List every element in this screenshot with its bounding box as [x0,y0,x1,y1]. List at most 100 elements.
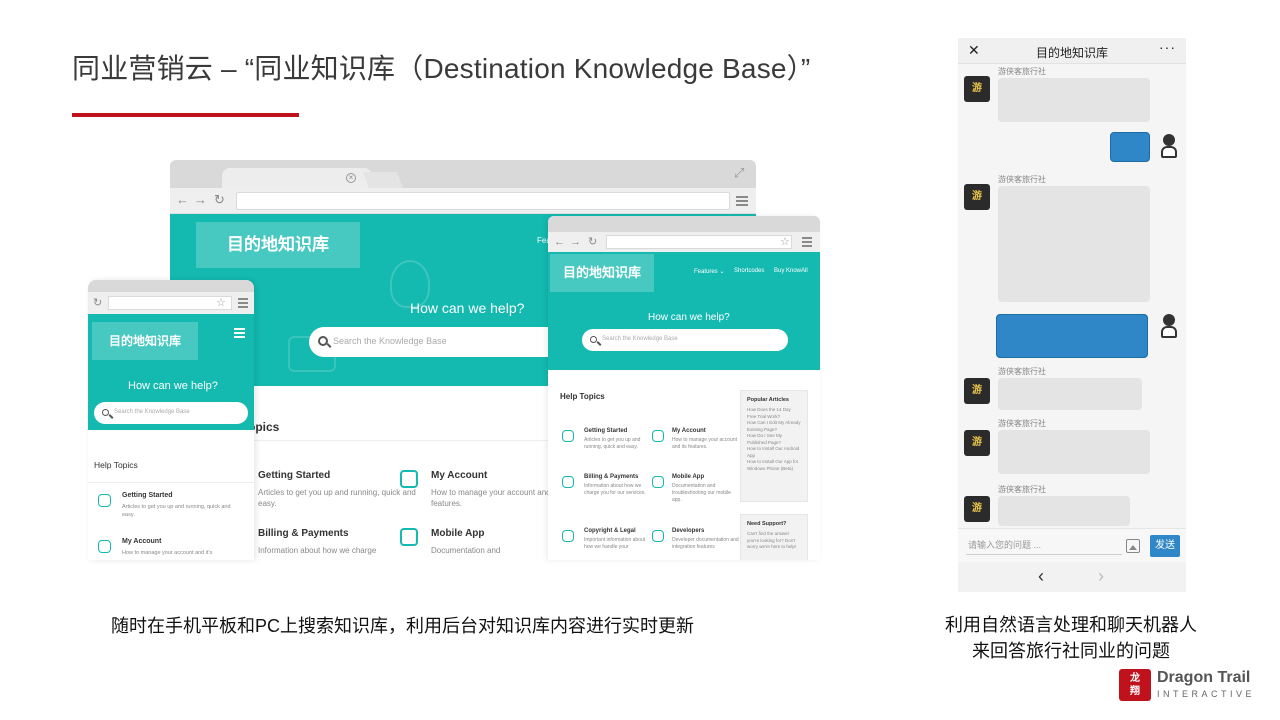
browser-tab-bar [548,216,820,232]
caption-chatbot: 利用自然语言处理和聊天机器人 来回答旅行社同业的问题 [912,612,1230,664]
topic-getting-started[interactable]: Getting Started Articles to get you up a… [122,492,242,519]
bot-name: 游侠客旅行社 [998,175,1046,184]
support-panel: Need Support? Can't find the answer you'… [740,514,808,560]
help-topics-section: Help Topics Getting Started Articles to … [88,430,254,560]
chat-message-input[interactable]: 请输入您的问题 ... [966,537,1122,555]
topic-billing[interactable]: Billing & Payments Information about how… [258,528,418,556]
caption-line: 来回答旅行社同业的问题 [972,641,1170,661]
chat-header: ✕ 目的地知识库 ··· [958,38,1186,64]
hamburger-menu-icon[interactable] [736,196,748,206]
rocket-icon [98,494,111,507]
search-icon [590,336,597,343]
rocket-icon [562,430,574,442]
code-icon [652,530,664,542]
bot-name: 游侠客旅行社 [998,67,1046,76]
topic-billing[interactable]: Billing & Payments Information about how… [584,474,654,497]
help-heading: How can we help? [648,312,730,323]
topic-title: My Account [122,538,162,545]
back-arrow-icon[interactable]: ← [554,234,565,250]
tablet-browser-mockup: ← → ↻ ☆ 目的地知识库 Features ⌄ Shortcodes Buy… [548,216,820,560]
chat-footer-nav: ‹ › [958,562,1186,592]
bot-avatar: 游 [964,496,990,522]
send-button[interactable]: 发送 [1150,535,1180,557]
slide-title: 同业营销云 – “同业知识库（Destination Knowledge Bas… [72,53,811,84]
bot-message-bubble [998,78,1150,122]
bot-message-bubble [998,430,1150,474]
browser-tab-bar: × ⤢ [170,160,756,188]
support-heading: Need Support? [747,521,787,527]
nav-link-features[interactable]: Features ⌄ [694,268,724,275]
topic-desc: How to manage your account and it's [122,550,213,556]
topic-getting-started[interactable]: Getting Started Articles to get you up a… [584,428,654,451]
browser-status-bar [88,280,254,292]
new-tab-button[interactable] [363,172,403,188]
site-brand[interactable]: 目的地知识库 [550,254,654,292]
tab-close-icon[interactable]: × [346,173,356,183]
topic-my-account[interactable]: My Account How to manage your account an… [122,538,242,557]
bookmark-star-icon[interactable]: ☆ [216,297,226,309]
help-heading: How can we help? [410,300,525,316]
forward-arrow-icon[interactable]: → [194,192,207,208]
topic-title: Getting Started [122,492,173,499]
forward-arrow-icon[interactable]: → [570,234,581,250]
image-upload-icon[interactable] [1126,539,1140,553]
address-bar[interactable] [606,235,792,249]
help-heading: How can we help? [128,380,218,392]
mobile-icon [400,528,418,546]
reload-icon[interactable]: ↻ [214,192,225,208]
browser-nav-bar: ← → ↻ [170,188,756,214]
topic-desc: Documentation and troubleshooting our mo… [672,483,731,503]
support-text: Can't find the answer you're looking for… [747,531,797,549]
topics-heading: Help Topics [94,460,138,470]
topic-my-account[interactable]: My Account How to manage your account an… [672,428,742,451]
caption-line: 利用自然语言处理和聊天机器人 [945,615,1197,635]
hamburger-menu-icon[interactable] [802,237,812,247]
user-avatar [1158,134,1180,158]
topic-desc: Developer documentation and integration … [672,537,739,550]
site-brand[interactable]: 目的地知识库 [196,222,360,268]
dragon-trail-logo-icon: 龙 翔 [1119,669,1151,701]
bookmark-star-icon[interactable]: ☆ [780,236,790,248]
browser-nav-bar: ↻ ☆ [88,292,254,314]
topic-developers[interactable]: Developers Developer documentation and i… [672,528,742,551]
nav-link-shortcodes[interactable]: Shortcodes [734,268,764,274]
kb-search-input[interactable]: Search the Knowledge Base [582,329,788,351]
reload-icon[interactable]: ↻ [588,234,597,250]
account-icon [652,430,664,442]
topic-desc: Articles to get you up and running, quic… [122,504,231,518]
bot-avatar: 游 [964,430,990,456]
hamburger-menu-icon[interactable] [238,298,248,308]
logo-name: Dragon Trail [1157,669,1251,686]
topic-title: Getting Started [258,470,331,481]
expand-icon[interactable]: ⤢ [734,166,748,180]
search-icon [318,336,328,346]
topic-desc: Articles to get you up and running, quic… [584,437,641,450]
more-icon[interactable]: ··· [1159,39,1176,55]
bot-name: 游侠客旅行社 [998,367,1046,376]
kb-search-input[interactable]: Search the Knowledge Base [94,402,248,424]
chevron-left-icon[interactable]: ‹ [1038,566,1044,586]
chatbot-phone-mockup: ✕ 目的地知识库 ··· 游 游侠客旅行社 游侠客旅行社 游 游侠客旅行社 游 … [958,38,1186,592]
bot-name: 游侠客旅行社 [998,419,1046,428]
topic-title: My Account [672,428,706,434]
reload-icon[interactable]: ↻ [93,295,102,311]
popular-article-links[interactable]: How Does the 14 Day Free Trial Work? How… [747,407,801,472]
site-brand[interactable]: 目的地知识库 [92,322,198,360]
address-bar[interactable] [236,192,730,210]
search-placeholder: Search the Knowledge Base [114,409,190,415]
address-bar[interactable] [108,296,232,310]
back-arrow-icon[interactable]: ← [176,192,189,208]
chevron-right-icon[interactable]: › [1098,566,1104,586]
nav-link-buy[interactable]: Buy KnowAll [774,268,808,274]
topic-desc: How to manage your account and its featu… [672,437,738,450]
divider [88,482,254,483]
topic-title: Copyright & Legal [584,528,636,534]
bot-name: 游侠客旅行社 [998,485,1046,494]
topic-mobile-app[interactable]: Mobile App Documentation and troubleshoo… [672,474,742,504]
bot-avatar: 游 [964,76,990,102]
topic-getting-started[interactable]: Getting Started Articles to get you up a… [258,470,418,509]
hamburger-menu-icon[interactable] [234,328,245,338]
divider [248,440,548,441]
browser-nav-bar: ← → ↻ ☆ [548,232,820,252]
topic-copyright[interactable]: Copyright & Legal Important information … [584,528,654,551]
